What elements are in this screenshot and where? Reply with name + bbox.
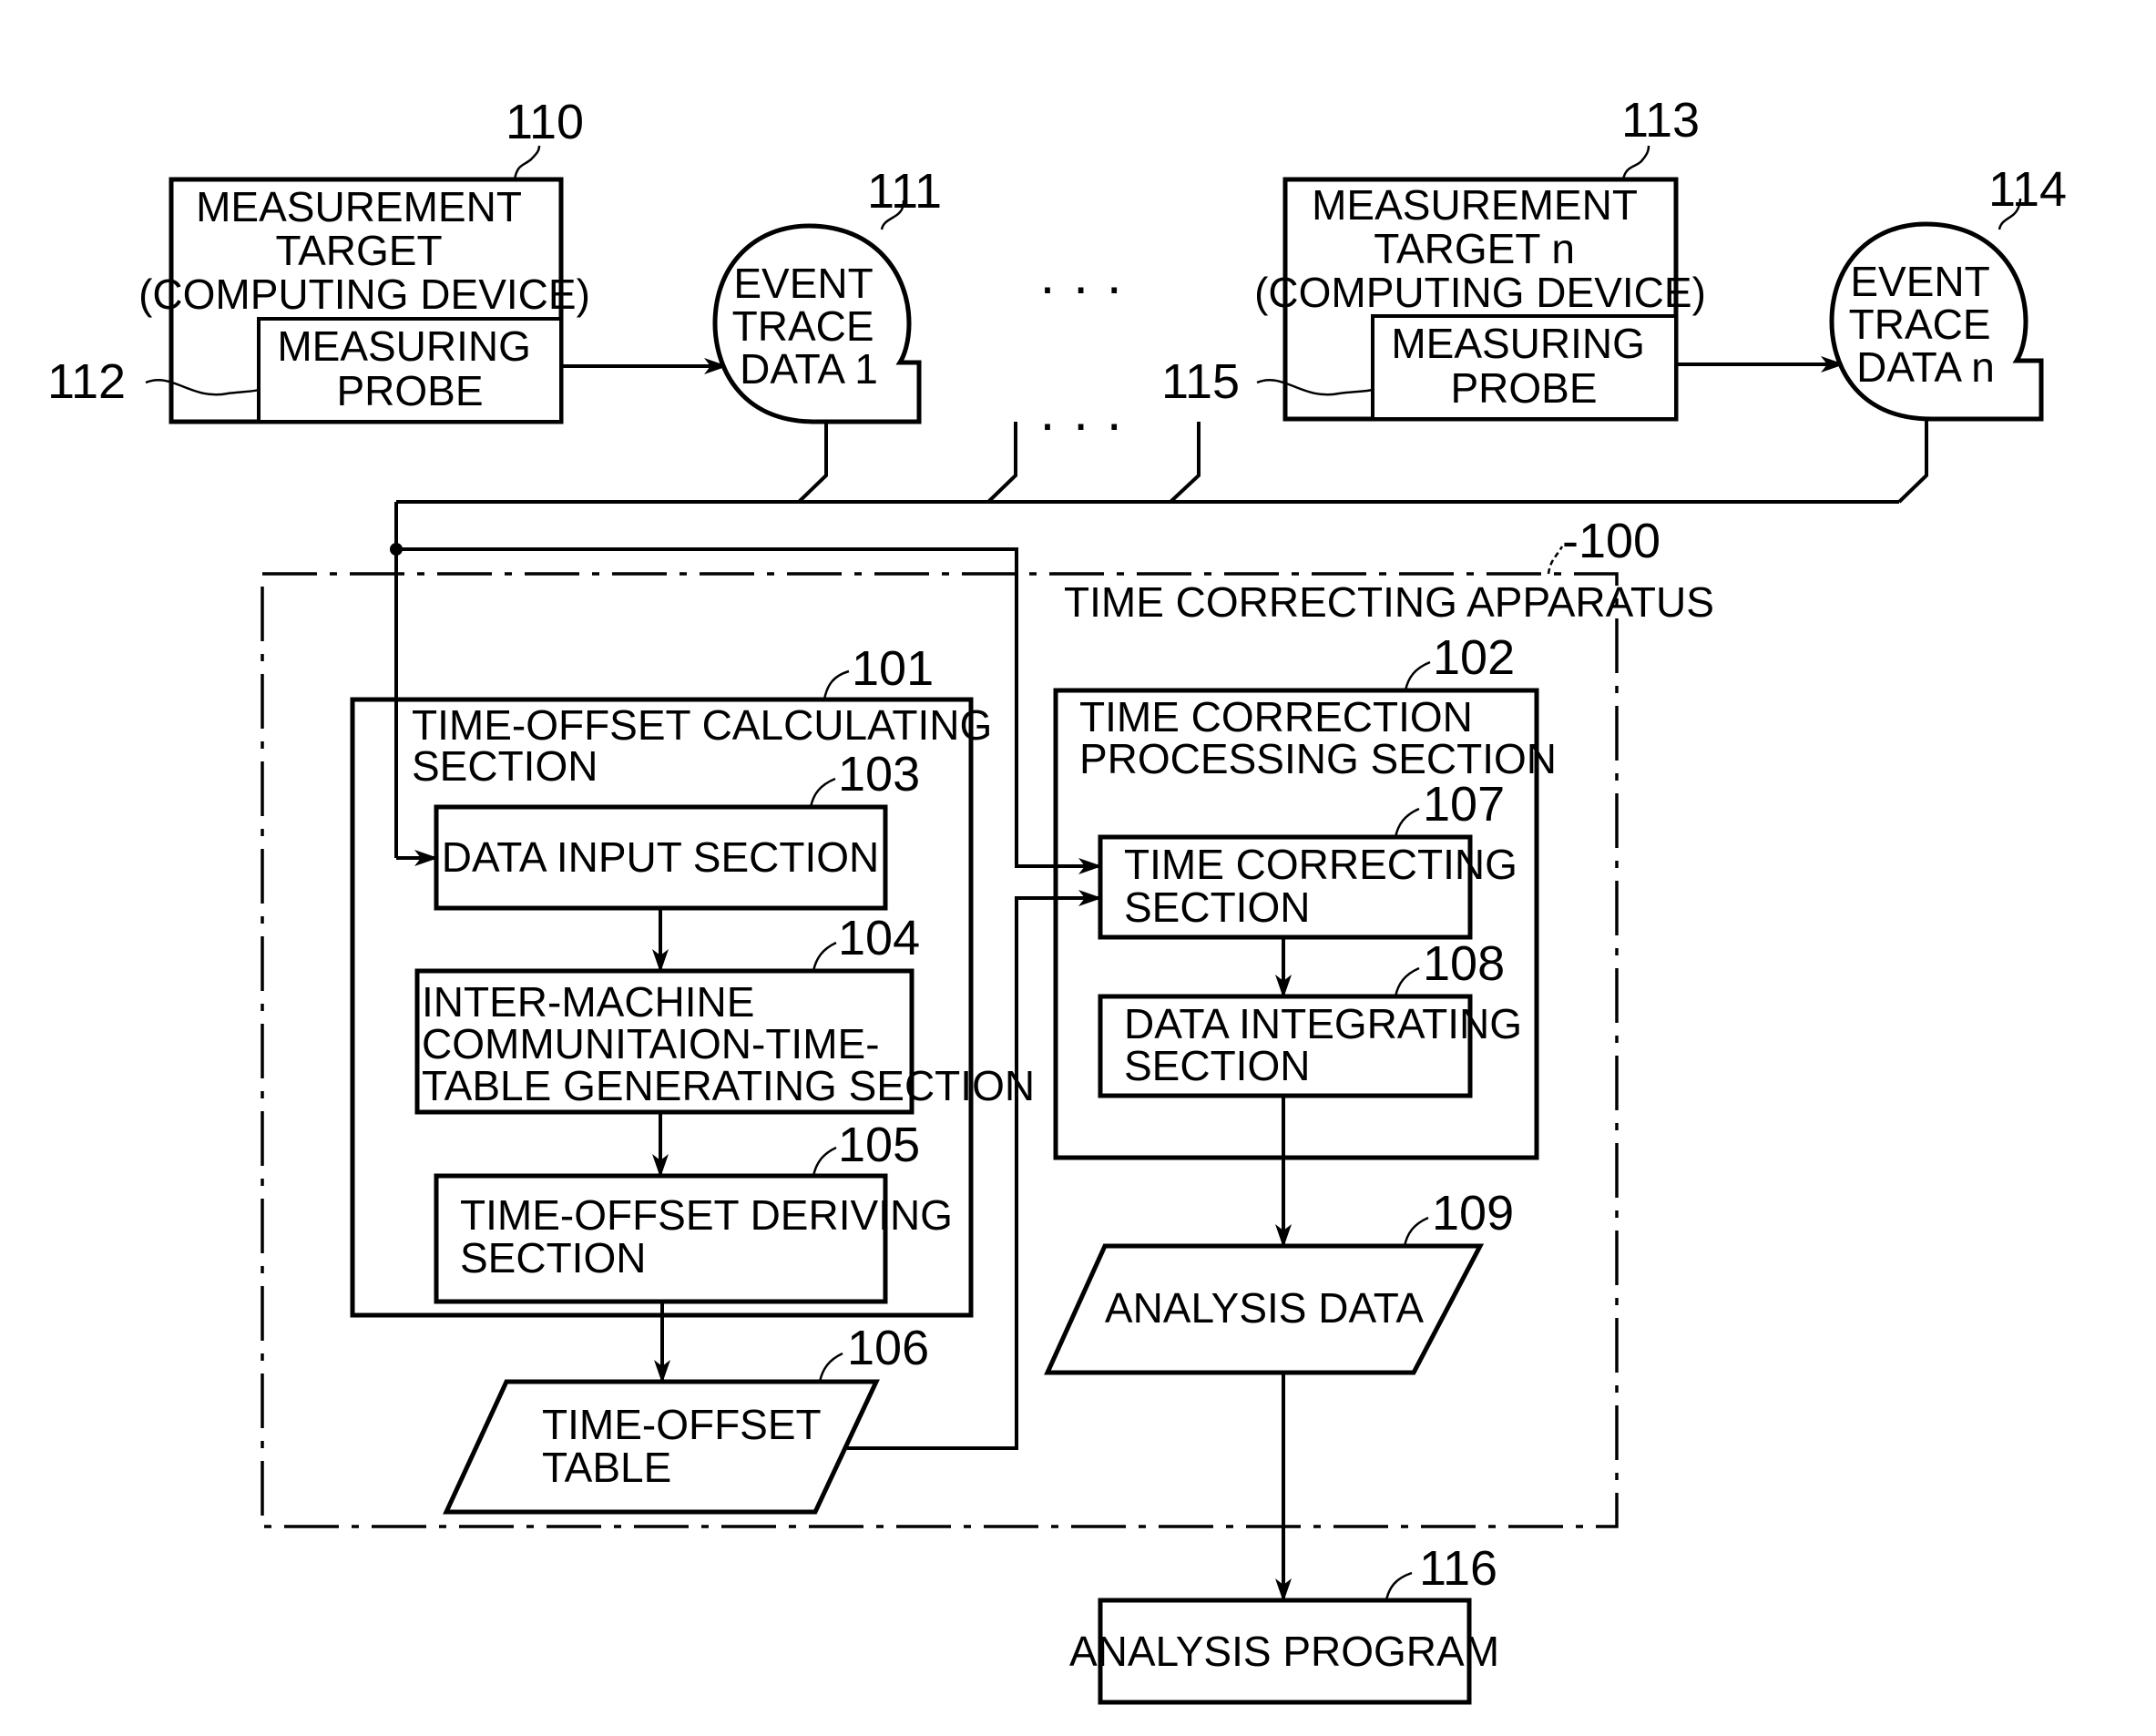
analysis-program-label: ANALYSIS PROGRAM: [1069, 1628, 1499, 1675]
leader-109: [1403, 1216, 1429, 1247]
time-correction-processing-section: TIME CORRECTION PROCESSING SECTION 102 T…: [1053, 630, 1557, 1160]
diagram-canvas: MEASUREMENT TARGET (COMPUTING DEVICE) ME…: [47, 93, 2067, 1705]
ref-106: 106: [847, 1321, 929, 1375]
apparatus-label: TIME CORRECTING APPARATUS: [1064, 578, 1714, 626]
bus-from-middle-right: [1169, 422, 1201, 504]
time-correction-processing-section-label: TIME CORRECTION PROCESSING SECTION: [1079, 693, 1557, 782]
leader-105: [812, 1146, 837, 1177]
leader-100: [1547, 546, 1564, 575]
data-input-section-text: DATA INPUT SECTION: [442, 833, 880, 881]
leader-101: [823, 669, 850, 700]
ref-105: 105: [838, 1118, 920, 1172]
ref-112: 112: [47, 354, 126, 409]
event-trace-data-n: EVENT TRACE DATA n 114: [1829, 162, 2067, 422]
ref-109: 109: [1432, 1186, 1514, 1241]
leader-116: [1385, 1571, 1413, 1601]
ref-101: 101: [852, 641, 934, 696]
leader-106: [818, 1352, 843, 1383]
ellipsis-top: · · ·: [1038, 256, 1123, 317]
bus-from-middle-left: [986, 422, 1017, 504]
ref-113: 113: [1621, 93, 1700, 148]
ref-110: 110: [506, 95, 584, 149]
leader-110: [513, 145, 541, 180]
ref-116: 116: [1419, 1541, 1497, 1596]
leader-103: [809, 777, 836, 808]
ref-111: 111: [867, 164, 942, 219]
event-trace-data-n-label: EVENT TRACE DATA n: [1849, 258, 2003, 391]
bus-from-tracen: [1897, 419, 1928, 504]
measurement-target-1: MEASUREMENT TARGET (COMPUTING DEVICE) ME…: [47, 95, 590, 424]
leader-113: [1621, 145, 1650, 180]
ref-100: -100: [1562, 514, 1660, 568]
leader-108: [1394, 966, 1420, 997]
bus-from-trace1: [797, 422, 828, 504]
ref-115: 115: [1161, 354, 1240, 409]
ref-107: 107: [1423, 777, 1505, 832]
leader-102: [1404, 660, 1431, 691]
leader-107: [1394, 807, 1420, 838]
analysis-data-label: ANALYSIS DATA: [1105, 1284, 1425, 1332]
ref-102: 102: [1433, 630, 1515, 685]
trace-bus: [390, 419, 1928, 874]
table-generating-section-label: INTER-MACHINE COMMUNITAION-TIME- TABLE G…: [422, 978, 1035, 1109]
leader-104: [812, 941, 837, 972]
measurement-target-n: MEASUREMENT TARGET n (COMPUTING DEVICE) …: [1161, 93, 1706, 422]
ref-103: 103: [838, 747, 920, 802]
ellipsis-bottom: · · ·: [1038, 393, 1123, 454]
event-trace-data-1: EVENT TRACE DATA 1 111: [712, 164, 942, 424]
time-offset-table: TIME-OFFSET TABLE 106: [443, 1321, 929, 1515]
time-offset-calculating-section: TIME-OFFSET CALCULATING SECTION 101 103 …: [350, 641, 1035, 1318]
ref-108: 108: [1423, 936, 1505, 991]
analysis-data: ANALYSIS DATA 109: [1044, 1186, 1514, 1375]
event-trace-data-1-label: EVENT TRACE DATA 1: [732, 260, 886, 393]
ref-114: 114: [1988, 162, 2067, 217]
ref-104: 104: [838, 911, 920, 965]
